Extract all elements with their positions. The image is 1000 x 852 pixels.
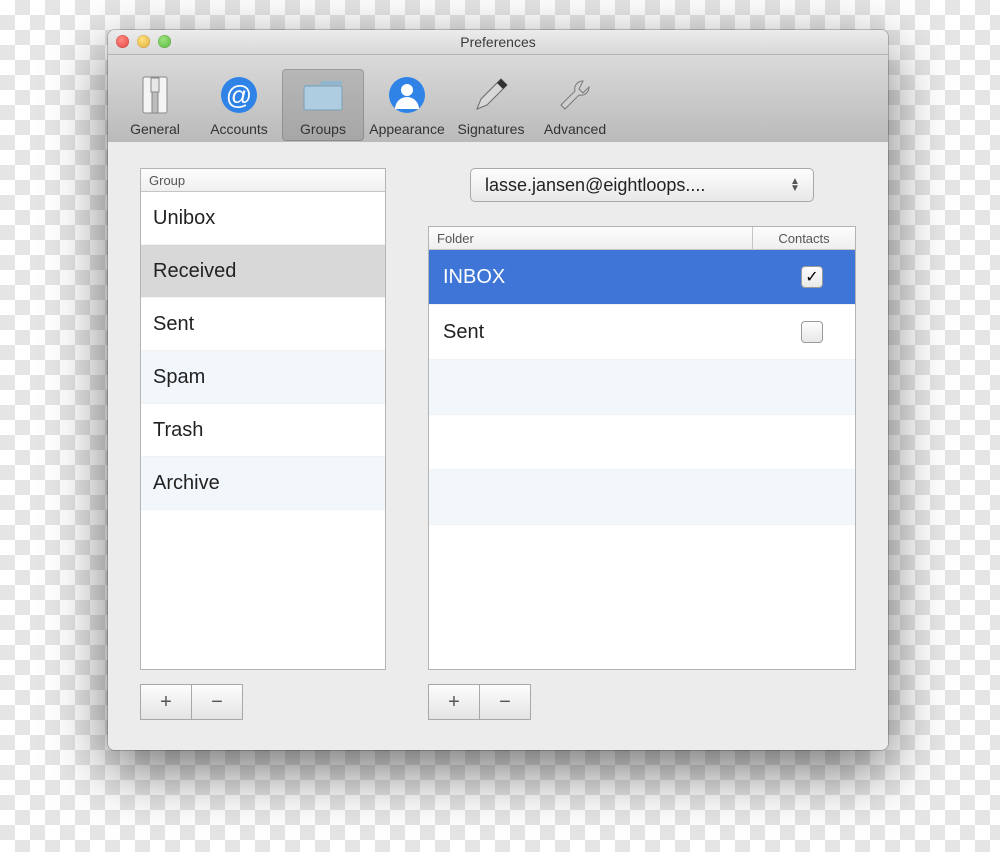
add-group-button[interactable]: + bbox=[140, 684, 192, 720]
titlebar: Preferences bbox=[108, 30, 888, 55]
group-row-unibox[interactable]: Unibox bbox=[141, 192, 385, 245]
group-row-spam[interactable]: Spam bbox=[141, 351, 385, 404]
group-label: Archive bbox=[153, 472, 220, 495]
tab-label: General bbox=[114, 121, 196, 137]
add-folder-button[interactable]: + bbox=[428, 684, 480, 720]
tab-general[interactable]: General bbox=[114, 69, 196, 141]
group-label: Unibox bbox=[153, 207, 215, 230]
tab-label: Groups bbox=[282, 121, 364, 137]
person-icon bbox=[385, 73, 429, 117]
folder-label: Sent bbox=[429, 321, 769, 344]
groups-panel: Group Unibox Received Sent Spam Trash Ar… bbox=[140, 168, 386, 720]
groups-header: Group bbox=[141, 169, 385, 192]
preferences-body: Group Unibox Received Sent Spam Trash Ar… bbox=[108, 142, 888, 750]
plus-icon: + bbox=[448, 691, 460, 714]
group-label: Spam bbox=[153, 366, 205, 389]
contacts-checkbox-inbox[interactable]: ✓ bbox=[801, 266, 823, 288]
popup-arrows-icon: ▲▼ bbox=[785, 178, 805, 192]
folders-header-folder[interactable]: Folder bbox=[429, 227, 752, 249]
folder-row-empty bbox=[429, 470, 855, 525]
group-row-sent[interactable]: Sent bbox=[141, 298, 385, 351]
contacts-checkbox-sent[interactable] bbox=[801, 321, 823, 343]
wrench-icon bbox=[553, 73, 597, 117]
tab-label: Signatures bbox=[450, 121, 532, 137]
traffic-lights bbox=[116, 35, 171, 48]
groups-header-label: Group bbox=[141, 169, 193, 191]
groups-list: Group Unibox Received Sent Spam Trash Ar… bbox=[140, 168, 386, 670]
svg-text:@: @ bbox=[226, 80, 252, 110]
plus-icon: + bbox=[160, 691, 172, 714]
remove-group-button[interactable]: − bbox=[192, 684, 243, 720]
folder-row-empty bbox=[429, 360, 855, 415]
group-row-trash[interactable]: Trash bbox=[141, 404, 385, 457]
tab-advanced[interactable]: Advanced bbox=[534, 69, 616, 141]
tab-label: Accounts bbox=[198, 121, 280, 137]
minimize-button[interactable] bbox=[137, 35, 150, 48]
tab-label: Advanced bbox=[534, 121, 616, 137]
minus-icon: − bbox=[499, 691, 511, 714]
close-button[interactable] bbox=[116, 35, 129, 48]
pen-icon bbox=[469, 73, 513, 117]
group-row-received[interactable]: Received bbox=[141, 245, 385, 298]
tab-appearance[interactable]: Appearance bbox=[366, 69, 448, 141]
folders-header: Folder Contacts bbox=[429, 227, 855, 250]
folders-add-remove: + − bbox=[428, 684, 856, 720]
at-icon: @ bbox=[217, 73, 261, 117]
group-label: Trash bbox=[153, 419, 203, 442]
switch-icon bbox=[133, 73, 177, 117]
window-title: Preferences bbox=[460, 34, 535, 50]
preferences-window: Preferences General @ Accounts bbox=[108, 30, 888, 750]
folder-icon bbox=[301, 73, 345, 117]
account-popup[interactable]: lasse.jansen@eightloops.... ▲▼ bbox=[470, 168, 814, 202]
folder-row-sent[interactable]: Sent bbox=[429, 305, 855, 360]
group-label: Sent bbox=[153, 313, 194, 336]
group-row-archive[interactable]: Archive bbox=[141, 457, 385, 510]
minus-icon: − bbox=[211, 691, 223, 714]
folders-list: Folder Contacts INBOX ✓ Sent bbox=[428, 226, 856, 670]
tab-groups[interactable]: Groups bbox=[282, 69, 364, 141]
folders-panel: lasse.jansen@eightloops.... ▲▼ Folder Co… bbox=[428, 168, 856, 720]
folder-label: INBOX bbox=[429, 266, 769, 289]
groups-add-remove: + − bbox=[140, 684, 386, 720]
folder-row-empty bbox=[429, 415, 855, 470]
zoom-button[interactable] bbox=[158, 35, 171, 48]
folders-header-contacts[interactable]: Contacts bbox=[752, 227, 855, 249]
account-popup-value: lasse.jansen@eightloops.... bbox=[485, 175, 785, 196]
folder-row-inbox[interactable]: INBOX ✓ bbox=[429, 250, 855, 305]
tab-label: Appearance bbox=[366, 121, 448, 137]
group-label: Received bbox=[153, 260, 236, 283]
tab-accounts[interactable]: @ Accounts bbox=[198, 69, 280, 141]
preferences-toolbar: General @ Accounts Groups bbox=[108, 55, 888, 146]
remove-folder-button[interactable]: − bbox=[480, 684, 531, 720]
tab-signatures[interactable]: Signatures bbox=[450, 69, 532, 141]
